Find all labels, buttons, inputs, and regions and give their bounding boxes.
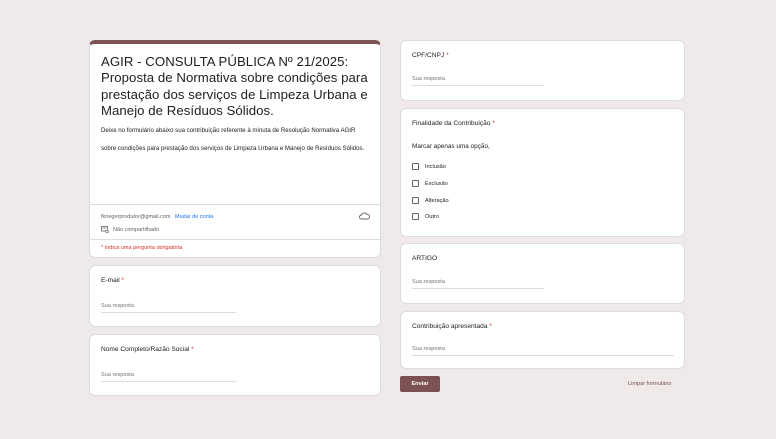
form-title: AGIR - CONSULTA PÚBLICA Nº 21/2025: Prop… xyxy=(101,54,368,119)
required-note: * Indica uma pergunta obrigatória xyxy=(101,245,183,251)
option-inclusao[interactable]: Inclusão xyxy=(412,163,446,170)
question-name-card: Nome Completo/Razão Social * Sua respost… xyxy=(89,334,381,396)
checkbox-inclusao[interactable] xyxy=(412,163,419,170)
account-divider xyxy=(90,239,380,240)
option-label: Outro xyxy=(425,213,439,220)
not-shared-label: Não compartilhado xyxy=(113,226,160,233)
option-label: Alteração xyxy=(425,197,449,204)
submit-button[interactable]: Enviar xyxy=(400,376,440,392)
form-description: Deixe no formulário abaixo sua contribui… xyxy=(101,126,369,153)
required-asterisk: * xyxy=(446,52,449,59)
checkbox-exclusao[interactable] xyxy=(412,180,419,187)
question-contribuicao-card: Contribuição apresentada * Sua resposta xyxy=(400,311,685,369)
email-input[interactable]: Sua resposta xyxy=(101,303,236,313)
checkbox-outro[interactable] xyxy=(412,213,419,220)
question-finalidade-label: Finalidade da Contribuição * xyxy=(412,120,495,127)
form-description-line-2: sobre condições para prestação dos servi… xyxy=(101,144,365,152)
question-email-label: E-mail * xyxy=(101,277,125,284)
question-artigo-card: ARTIGO Sua resposta xyxy=(400,243,685,304)
option-exclusao[interactable]: Exclusão xyxy=(412,180,448,187)
option-alteracao[interactable]: Alteração xyxy=(412,197,449,204)
cloud-save-icon xyxy=(359,212,370,220)
option-label: Inclusão xyxy=(425,163,446,170)
name-input[interactable]: Sua resposta xyxy=(101,372,236,382)
question-artigo-label: ARTIGO xyxy=(412,255,438,262)
question-email-card: E-mail * Sua resposta xyxy=(89,265,381,327)
required-asterisk: * xyxy=(492,120,495,127)
option-outro[interactable]: Outro xyxy=(412,213,439,220)
artigo-input[interactable]: Sua resposta xyxy=(412,279,544,289)
form-header-card: AGIR - CONSULTA PÚBLICA Nº 21/2025: Prop… xyxy=(89,40,381,258)
question-finalidade-card: Finalidade da Contribuição * Marcar apen… xyxy=(400,108,685,237)
checkbox-alteracao[interactable] xyxy=(412,197,419,204)
option-label: Exclusão xyxy=(425,180,448,187)
contribuicao-input[interactable]: Sua resposta xyxy=(412,346,674,356)
not-shared-status: Não compartilhado xyxy=(101,226,159,233)
finalidade-hint: Marcar apenas uma opção, xyxy=(412,143,490,150)
account-email: fkriegerprodutor@gmail.com xyxy=(101,214,171,220)
question-name-label: Nome Completo/Razão Social * xyxy=(101,346,194,353)
not-shared-icon xyxy=(101,226,109,233)
switch-account-link[interactable]: Mudar de conta xyxy=(175,214,213,220)
header-divider xyxy=(90,204,380,205)
question-cpf-card: CPF/CNPJ * Sua resposta xyxy=(400,40,685,101)
question-cpf-label: CPF/CNPJ * xyxy=(412,52,449,59)
account-line: fkriegerprodutor@gmail.com Mudar de cont… xyxy=(101,214,213,220)
question-contribuicao-label: Contribuição apresentada * xyxy=(412,323,492,330)
required-asterisk: * xyxy=(121,277,125,284)
form-description-line-1: Deixe no formulário abaixo sua contribui… xyxy=(101,126,356,134)
required-asterisk: * xyxy=(191,346,194,353)
required-asterisk: * xyxy=(489,323,492,330)
cpf-input[interactable]: Sua resposta xyxy=(412,76,544,86)
clear-form-button[interactable]: Limpar formulário xyxy=(628,381,672,387)
